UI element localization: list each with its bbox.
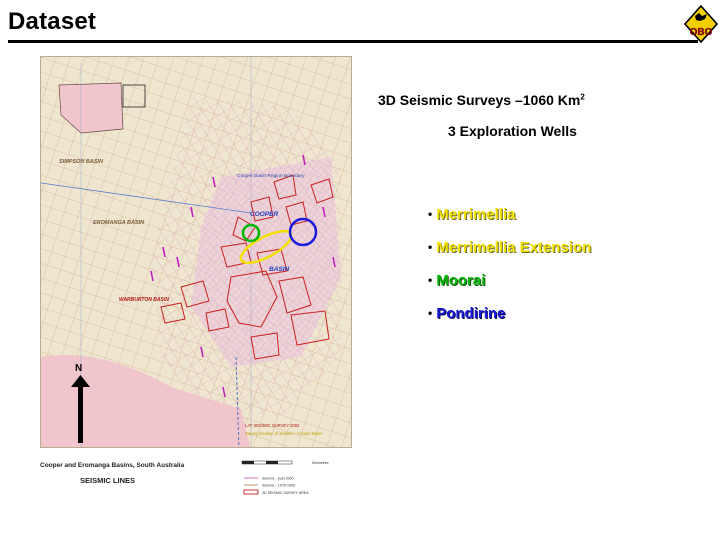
svg-text:Survey location of seismic - C: Survey location of seismic - Cooper Basi… <box>245 431 323 436</box>
svg-text:WARBURTON BASIN: WARBURTON BASIN <box>119 297 169 303</box>
well-merrimellia: Merrimellia <box>436 206 516 223</box>
map-legend: Cooper and Eromanga Basins, South Austra… <box>40 458 352 498</box>
svg-text:N: N <box>75 363 82 374</box>
svg-text:SIMPSON BASIN: SIMPSON BASIN <box>59 159 104 165</box>
well-list: • Merrimellia • Merrimellia Extension • … <box>428 206 591 338</box>
svg-text:Cooper Basin Region Boundary: Cooper Basin Region Boundary <box>237 173 305 179</box>
svg-text:BASIN: BASIN <box>269 266 290 273</box>
area-unit-superscript: 2 <box>580 92 585 102</box>
list-item: • Merrimellia Extension <box>428 239 592 256</box>
svg-text:Seismic - post 2000: Seismic - post 2000 <box>262 477 294 481</box>
svg-text:Kilometres: Kilometres <box>312 461 329 465</box>
svg-text:OBO: OBO <box>690 27 713 38</box>
exploration-wells-stat: 3 Exploration Wells <box>448 123 577 139</box>
legend-key: Kilometres Seismic - post 2000 Seismic -… <box>241 460 329 495</box>
svg-text:COOPER: COOPER <box>250 211 278 218</box>
list-item: • Pondirine <box>428 305 506 322</box>
seismic-map-canvas: SIMPSON BASIN EROMANGA BASIN WARBURTON B… <box>41 57 351 447</box>
svg-text:Seismic - 1976-1999: Seismic - 1976-1999 <box>262 484 295 488</box>
slide-title: Dataset <box>8 8 97 35</box>
seismic-survey-text: 3D Seismic Surveys –1060 Km <box>378 92 581 108</box>
scale-bar-icon <box>241 460 293 465</box>
well-moorai: Moorai <box>436 272 486 289</box>
seismic-survey-stat: 3D Seismic Surveys –1060 Km2 <box>378 92 585 108</box>
list-item: • Merrimellia <box>428 206 516 223</box>
well-pondirine: Pondirine <box>436 305 506 322</box>
seismic-map: SIMPSON BASIN EROMANGA BASIN WARBURTON B… <box>40 56 352 448</box>
title-underline <box>8 40 698 43</box>
svg-text:3D SEISMIC SURVEY AREA: 3D SEISMIC SURVEY AREA <box>262 491 309 495</box>
company-logo: OBO <box>683 4 719 44</box>
legend-title: Cooper and Eromanga Basins, South Austra… <box>40 462 185 469</box>
well-merrimellia-extension: Merrimellia Extension <box>436 239 592 256</box>
legend-subtitle: SEISMIC LINES <box>80 476 136 485</box>
svg-text:EROMANGA BASIN: EROMANGA BASIN <box>93 220 145 226</box>
svg-text:LAT SEISMIC SURVEY 2002: LAT SEISMIC SURVEY 2002 <box>245 423 300 428</box>
list-item: • Moorai <box>428 272 486 289</box>
